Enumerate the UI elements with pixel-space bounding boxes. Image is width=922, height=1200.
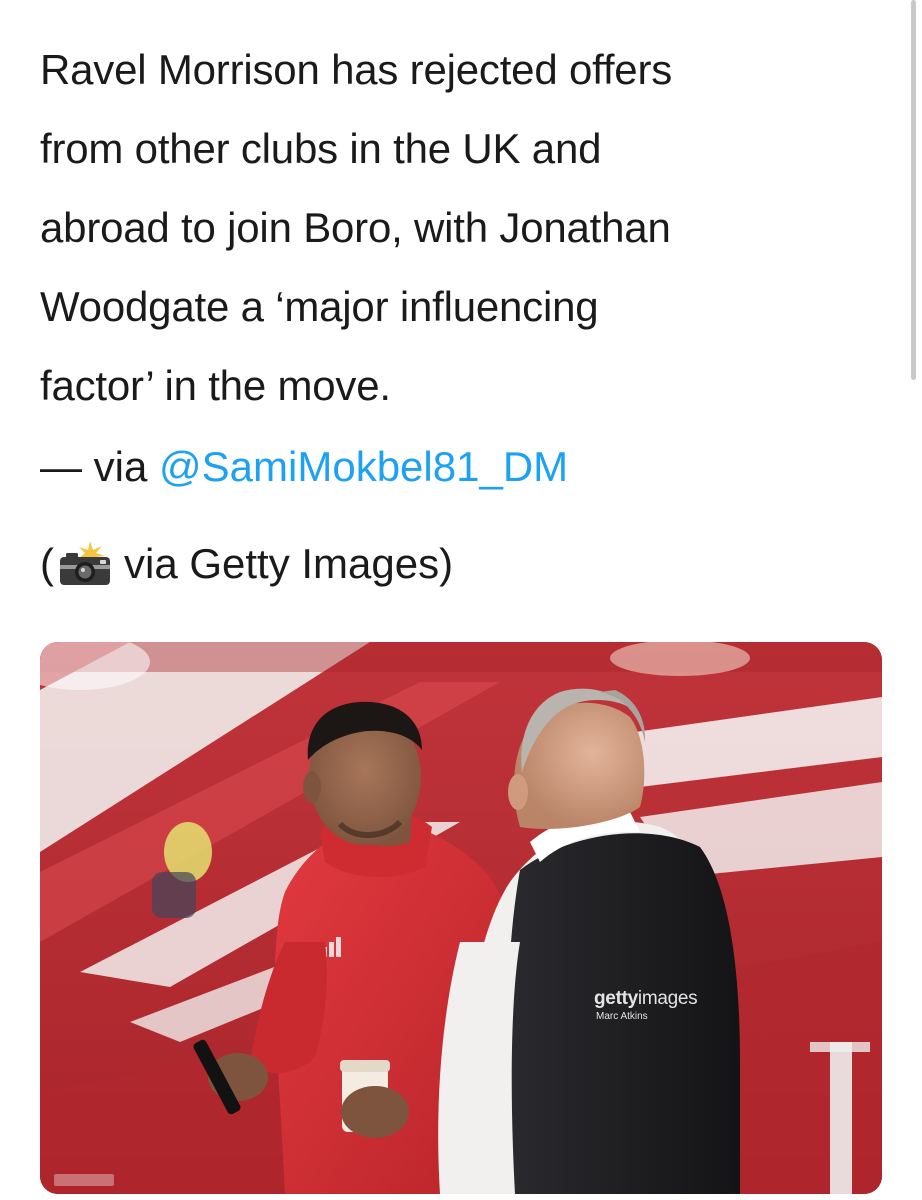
- credit-open-paren: (: [40, 540, 54, 587]
- getty-watermark: gettyimages Marc Atkins: [594, 988, 770, 1034]
- watermark-brand-light: images: [637, 988, 698, 1009]
- camera-with-flash-icon: [56, 541, 114, 587]
- watermark-brand-bold: getty: [594, 988, 638, 1009]
- image-id-badge: [54, 1174, 114, 1186]
- scrollbar[interactable]: [911, 0, 916, 380]
- tweet-text: Ravel Morrison has rejected offers from …: [40, 30, 900, 425]
- tweet-text-line: Ravel Morrison has rejected offers: [40, 46, 673, 93]
- tweet-text-line: Woodgate a ‘major influencing: [40, 283, 599, 330]
- tweet-text-line: factor’ in the move.: [40, 362, 391, 409]
- tweet-text-line: from other clubs in the UK and: [40, 125, 602, 172]
- stadium-photo: [40, 642, 882, 1194]
- source-attribution: — via @SamiMokbel81_DM: [40, 437, 568, 497]
- tweet-text-line: abroad to join Boro, with Jonathan: [40, 204, 671, 251]
- mention-link[interactable]: @SamiMokbel81_DM: [159, 443, 568, 490]
- tweet-photo[interactable]: gettyimages Marc Atkins: [40, 642, 882, 1194]
- via-prefix: — via: [40, 443, 160, 490]
- watermark-photographer: Marc Atkins: [596, 1011, 648, 1022]
- photo-credit: ( via Getty Images): [40, 534, 453, 594]
- credit-text: via Getty Images): [124, 540, 454, 587]
